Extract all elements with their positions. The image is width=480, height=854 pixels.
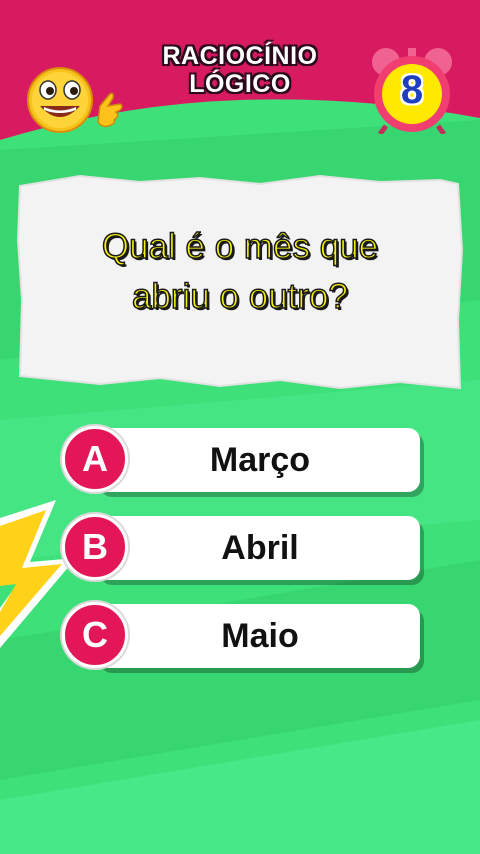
option-b-letter: B [62,514,128,580]
question-paper [16,174,464,390]
question-line-2: abriu o outro? [131,276,348,317]
question-line-1: Qual é o mês que [101,226,379,267]
option-a-label: Março [209,440,311,479]
option-a-button[interactable]: Março A [60,426,422,496]
option-c-button[interactable]: Maio C [60,602,422,672]
option-c-letter: C [62,602,128,668]
option-b-label: Abril [221,528,299,567]
question-card: Qual é o mês que abriu o outro? [0,0,480,400]
question-text: Qual é o mês que abriu o outro? [30,222,450,322]
option-b-button[interactable]: Abril B [60,514,422,584]
option-c-label: Maio [221,616,299,655]
option-a-letter: A [62,426,128,492]
